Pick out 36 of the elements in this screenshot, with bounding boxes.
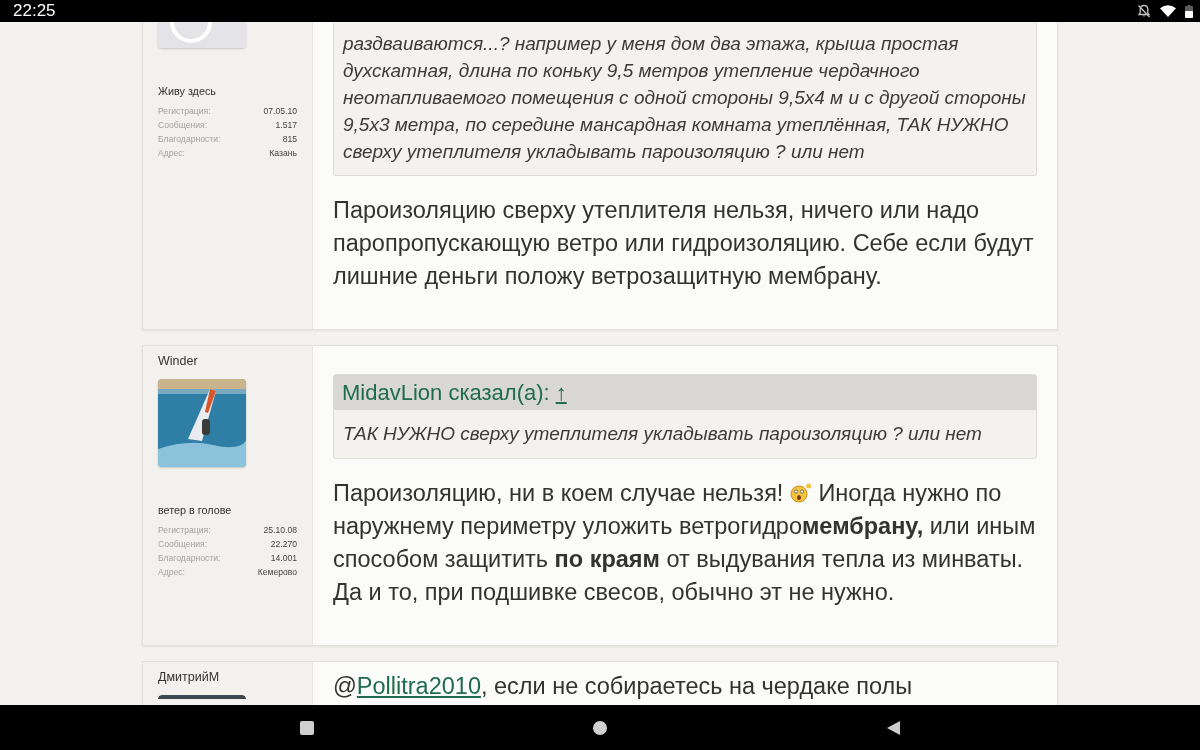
stat-label: Адрес: xyxy=(158,147,185,159)
wifi-icon xyxy=(1160,5,1176,17)
stat-value: 25.10.08 xyxy=(263,524,297,536)
stat-label: Сообщения: xyxy=(158,119,208,131)
user-title: ветер в голове xyxy=(158,504,232,517)
post-text: Пароизоляцию, ни в коем случае нельзя! Иногда нужно по наружнему периметру уложить ветрогидромембрану, или иным способом защитить по краям от выдувания тепла из минваты. Да и то, при подшивке свесов, обычно эт не нужно. xyxy=(333,479,1037,607)
stat-label: Адрес: xyxy=(158,566,185,578)
battery-icon xyxy=(1185,4,1193,18)
post-text: @Pollitra2010, если не собираетесь на чердаке полы xyxy=(333,674,914,698)
bell-off-icon xyxy=(1137,4,1151,18)
stat-value: 815 xyxy=(282,133,297,145)
quote-text: раздваиваются...? например у меня дом два этажа, крыша простая духскатная, длина по коньку 9,5 метров утепление чердачного неотапливаемого помещения с одной стороны 9,5x4 м и с другой стороны 9,5x3 метра, по середине мансардная комната утеплённая, ТАК НУЖНО сверху утеплителя укладывать пароизоляцию ? или нет xyxy=(341,32,1027,164)
stat-label: Сообщения: xyxy=(158,538,208,550)
stat-value: 22.270 xyxy=(270,538,297,550)
stat-label: Благодарности: xyxy=(158,552,221,564)
stat-label: Регистрация: xyxy=(158,105,211,117)
user-title: Живу здесь xyxy=(158,85,216,98)
quote-author: MidavLion сказал(а): xyxy=(342,379,550,406)
mention-link[interactable]: Pollitra2010 xyxy=(356,673,481,699)
post-text: Пароизоляцию сверху утеплителя нельзя, ничего или надо паропропускающую ветро или гидроизоляцию. Себе если будут лишние деньги положу ветрозащитную мембрану. xyxy=(333,196,1035,291)
quote-text: ТАК НУЖНО сверху утеплителя укладывать пароизоляцию ? или нет xyxy=(342,422,983,446)
stat-value: Казань xyxy=(269,147,297,159)
stat-value: 14.001 xyxy=(270,552,297,564)
jump-to-quote-link[interactable]: ↑ xyxy=(555,379,567,406)
square-icon xyxy=(300,720,314,735)
stat-value: Кемерово xyxy=(257,566,297,578)
username-link[interactable]: ДмитрийМ xyxy=(158,670,220,685)
clock-time: 22:25 xyxy=(13,0,56,22)
username-link[interactable]: Winder xyxy=(158,354,198,369)
circle-icon xyxy=(593,720,607,735)
triangle-icon xyxy=(886,720,900,735)
stat-value: 1.517 xyxy=(275,119,297,131)
surprised-face-icon xyxy=(789,482,812,504)
stat-label: Благодарности: xyxy=(158,133,221,145)
stat-value: 07.05.10 xyxy=(263,105,297,117)
stat-label: Регистрация: xyxy=(158,524,211,536)
